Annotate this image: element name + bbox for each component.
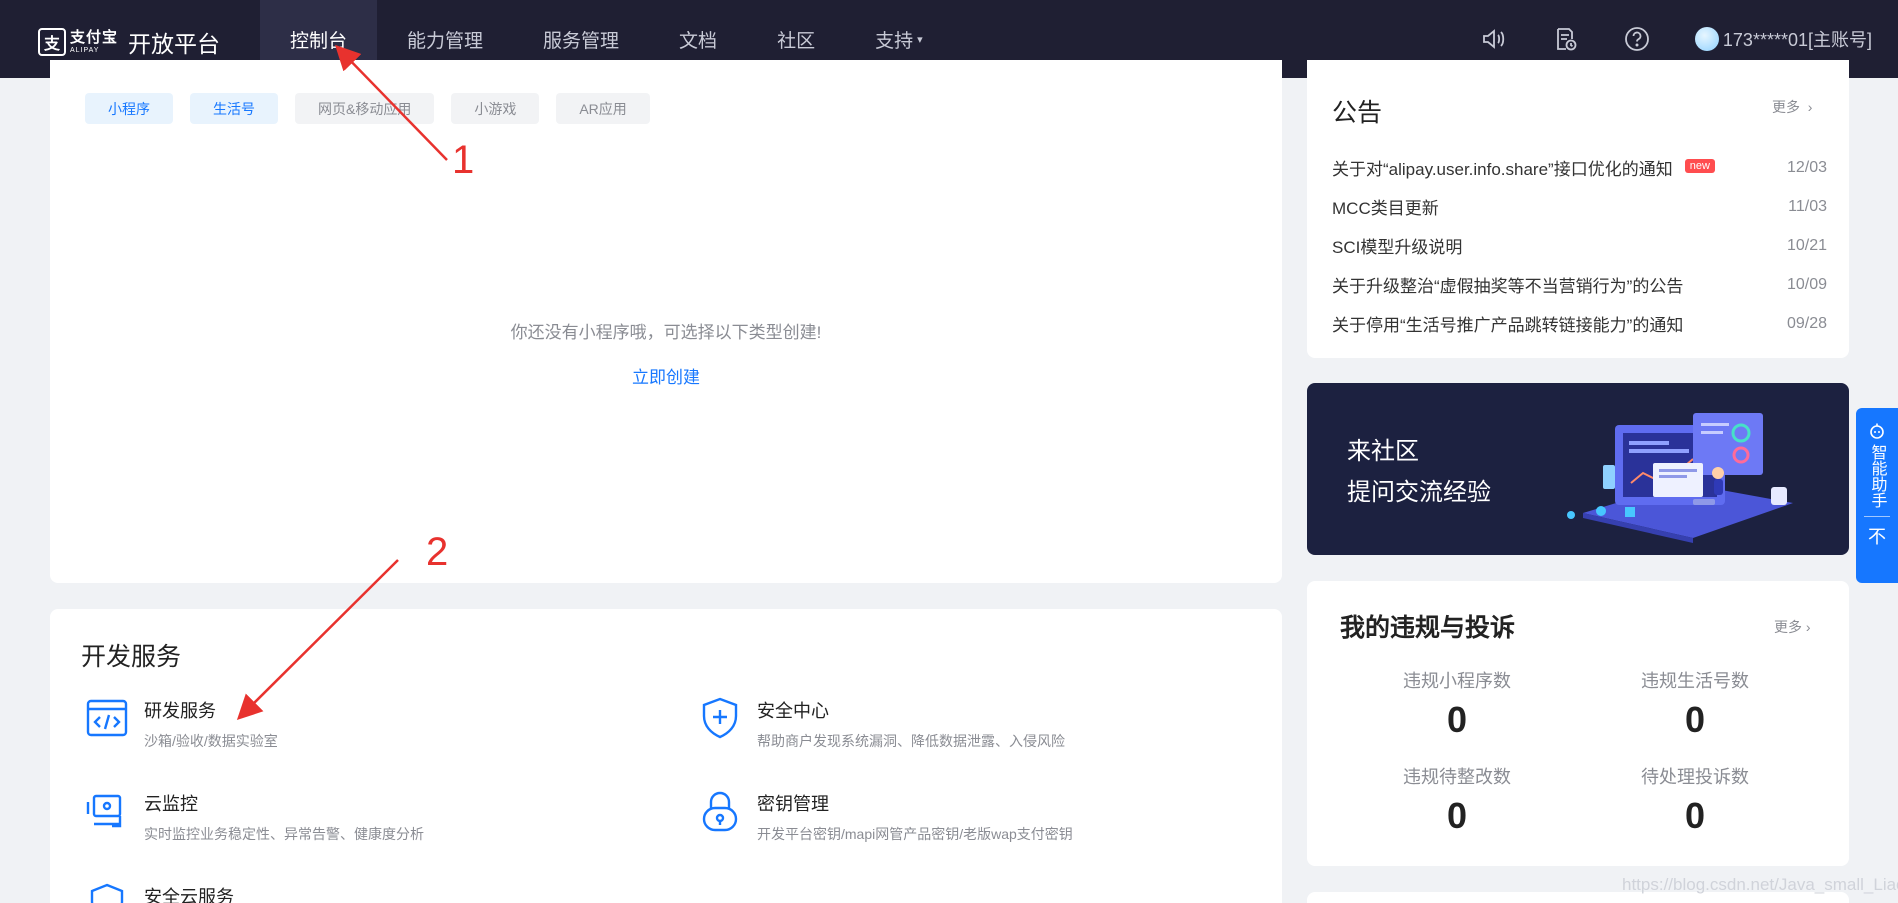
stat-value: 0 [1446, 795, 1468, 836]
notice-date: 09/28 [1786, 314, 1827, 332]
service-desc: 帮助商户发现系统漏洞、降低数据泄露、入侵风险 [757, 733, 1065, 749]
service-name: 密钥管理 [757, 794, 829, 814]
service-security-cloud[interactable]: 安全云服务 [84, 881, 234, 903]
app-type-tabs: 小程序 生活号 网页&移动应用 小游戏 AR应用 [85, 93, 667, 124]
stat-value: 0 [1684, 795, 1706, 836]
violations-title: 我的违规与投诉 [1340, 614, 1516, 642]
announcement-list: 关于对“alipay.user.info.share”接口优化的通知 new 12… [1332, 148, 1827, 343]
notice-date: 10/09 [1786, 275, 1827, 293]
tab-mini-game[interactable]: 小游戏 [451, 93, 540, 124]
tab-web-mobile-app[interactable]: 网页&移动应用 [295, 93, 435, 124]
list-item[interactable]: 关于升级整治“虚假抽奖等不当营销行为”的公告 10/09 [1332, 265, 1827, 304]
notice-text: 关于停用“生活号推广产品跳转链接能力”的通知 [1332, 316, 1684, 335]
stat-pending-complaints[interactable]: 待处理投诉数 0 [1595, 763, 1795, 837]
watermark-text: https://blog.csdn.net/Java_small_Liao [1622, 875, 1898, 894]
chevron-right-icon: › [1803, 99, 1813, 115]
logo-en-text: ALIPAY [70, 46, 100, 54]
create-now-link[interactable]: 立即创建 [50, 363, 1282, 388]
community-banner[interactable]: 来社区 提问交流经验 [1307, 383, 1849, 555]
stat-label: 违规小程序数 [1403, 671, 1511, 691]
stat-value: 0 [1446, 699, 1468, 740]
service-desc: 实时监控业务稳定性、异常告警、健康度分析 [144, 826, 424, 842]
service-key-management[interactable]: 密钥管理 开发平台密钥/mapi网管产品密钥/老版wap支付密钥 [697, 788, 1073, 844]
platform-title[interactable]: 开放平台 [128, 25, 220, 59]
announcement-title: 公告 [1332, 99, 1383, 127]
service-cloud-monitor[interactable]: 云监控 实时监控业务稳定性、异常告警、健康度分析 [84, 788, 424, 844]
service-name: 云监控 [144, 794, 198, 814]
tab-mini-program[interactable]: 小程序 [85, 93, 173, 124]
smart-assistant-tab[interactable]: 智能助手 不 [1856, 408, 1898, 583]
list-item[interactable]: MCC类目更新 11/03 [1332, 187, 1827, 226]
notice-text: 关于对“alipay.user.info.share”接口优化的通知 [1332, 160, 1673, 179]
service-name: 安全中心 [757, 701, 829, 721]
service-name: 研发服务 [144, 701, 216, 721]
community-line-2: 提问交流经验 [1347, 479, 1491, 506]
empty-state-message: 你还没有小程序哦，可选择以下类型创建! [510, 323, 822, 342]
stat-violating-life-accounts[interactable]: 违规生活号数 0 [1595, 667, 1795, 741]
laptop-illustration-icon [1567, 413, 1793, 543]
lock-icon [697, 788, 743, 834]
list-item[interactable]: 关于停用“生活号推广产品跳转链接能力”的通知 09/28 [1332, 304, 1827, 343]
service-desc: 沙箱/验收/数据实验室 [144, 733, 278, 749]
notice-text: 关于升级整治“虚假抽奖等不当营销行为”的公告 [1332, 277, 1684, 296]
stat-violating-mini-programs[interactable]: 违规小程序数 0 [1357, 667, 1557, 741]
announcement-panel: 公告 更多 › 关于对“alipay.user.info.share”接口优化的… [1307, 60, 1849, 358]
nav-support-label: 支持 [875, 30, 914, 52]
notice-date: 12/03 [1786, 158, 1827, 176]
notice-date: 10/21 [1786, 236, 1827, 254]
notice-text: MCC类目更新 [1332, 199, 1439, 218]
violations-more-link[interactable]: 更多 › [1774, 617, 1811, 637]
notice-date: 11/03 [1788, 197, 1827, 215]
assistant-close-button[interactable]: 不 [1868, 523, 1886, 549]
app-list-panel: 小程序 生活号 网页&移动应用 小游戏 AR应用 你还没有小程序哦，可选择以下类… [50, 60, 1282, 583]
service-desc: 开发平台密钥/mapi网管产品密钥/老版wap支付密钥 [757, 826, 1073, 842]
new-badge: new [1684, 159, 1715, 173]
user-account-label: 173*****01[主账号] [1722, 30, 1872, 50]
announcement-more-link[interactable]: 更多 › [1772, 97, 1812, 117]
dev-services-title: 开发服务 [81, 643, 182, 671]
speaker-icon[interactable] [1479, 25, 1507, 53]
dev-services-panel: 开发服务 研发服务 沙箱/验收/数据实验室 安全中心 帮助商户发现系统漏洞、降低… [50, 609, 1282, 903]
user-account-menu[interactable]: 173*****01[主账号] [1694, 26, 1872, 52]
service-name: 安全云服务 [144, 887, 234, 903]
community-line-1: 来社区 [1347, 438, 1419, 465]
annotation-label-2: 2 [426, 530, 449, 574]
more-label: 更多 [1772, 99, 1800, 115]
tab-ar-app[interactable]: AR应用 [556, 93, 650, 124]
alipay-logo[interactable]: 支 支付宝 ALIPAY [38, 28, 118, 56]
stat-value: 0 [1684, 699, 1706, 740]
caret-down-icon: ▾ [917, 33, 923, 46]
more-label: 更多 [1774, 619, 1802, 635]
code-window-icon [84, 695, 130, 741]
stat-pending-rectification[interactable]: 违规待整改数 0 [1357, 763, 1557, 837]
robot-icon [1870, 423, 1884, 439]
document-clock-icon[interactable] [1551, 25, 1579, 53]
service-rd[interactable]: 研发服务 沙箱/验收/数据实验室 [84, 695, 278, 751]
stat-label: 违规生活号数 [1641, 671, 1749, 691]
annotation-label-1: 1 [452, 138, 475, 182]
tab-life-account[interactable]: 生活号 [190, 93, 278, 124]
list-item[interactable]: SCI模型升级说明 10/21 [1332, 226, 1827, 265]
assistant-label: 智能助手 [1868, 444, 1886, 508]
list-item[interactable]: 关于对“alipay.user.info.share”接口优化的通知 new 12… [1332, 148, 1827, 187]
monitor-icon [84, 788, 130, 834]
chevron-right-icon: › [1805, 619, 1811, 635]
cloud-shield-icon [84, 881, 130, 903]
notice-text: SCI模型升级说明 [1332, 238, 1463, 257]
alipay-mark-icon: 支 [38, 28, 66, 56]
stat-label: 违规待整改数 [1403, 767, 1511, 787]
avatar [1694, 27, 1719, 51]
logo-cn-text: 支付宝 [70, 28, 119, 46]
service-security-center[interactable]: 安全中心 帮助商户发现系统漏洞、降低数据泄露、入侵风险 [697, 695, 1065, 751]
violations-panel: 我的违规与投诉 更多 › 违规小程序数 0 违规生活号数 0 违规待整改数 0 … [1307, 581, 1849, 866]
stat-label: 待处理投诉数 [1641, 767, 1749, 787]
shield-plus-icon [697, 695, 743, 741]
help-icon[interactable] [1623, 25, 1651, 53]
